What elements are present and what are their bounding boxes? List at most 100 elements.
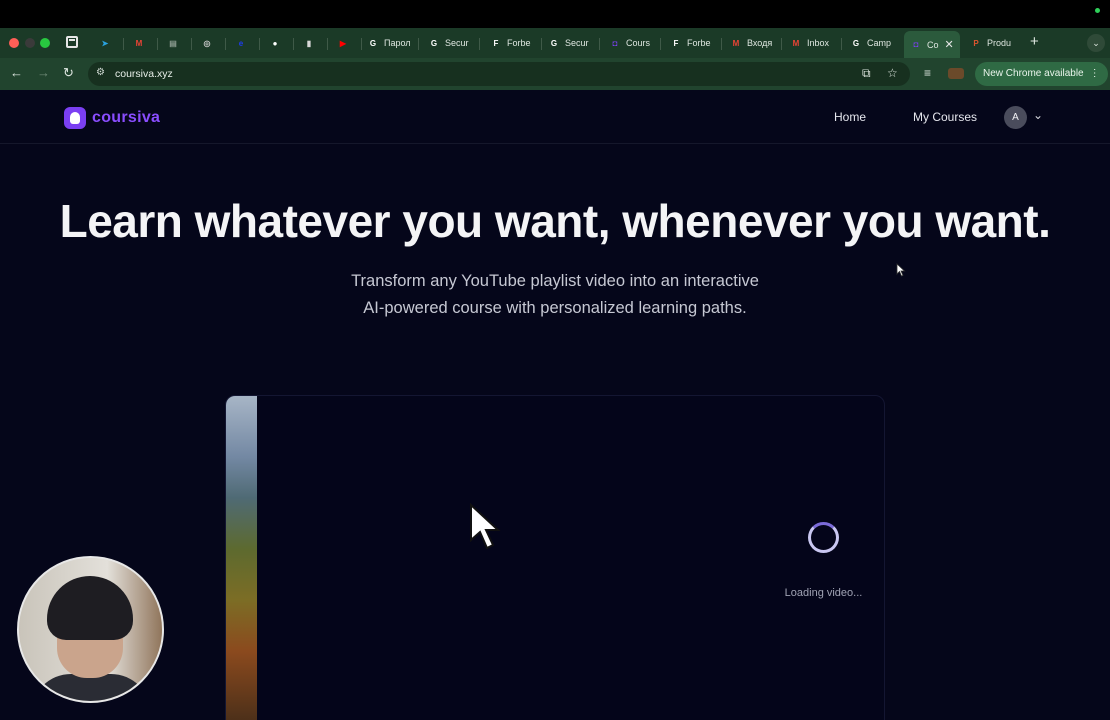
browser-tab[interactable]: G Camp — [850, 32, 891, 54]
minimize-window-button[interactable] — [25, 38, 35, 48]
large-mouse-pointer-icon — [470, 502, 501, 550]
tab-separator — [418, 38, 419, 50]
chevron-down-icon[interactable]: ⌄ — [1033, 108, 1043, 122]
google-icon: G — [369, 38, 377, 48]
macos-menu-bar — [0, 0, 1110, 28]
forward-icon[interactable]: → — [37, 66, 50, 80]
tab-label: Парол — [384, 38, 411, 48]
bookmark-star-icon[interactable]: ☆ — [887, 66, 898, 80]
tab-label: Forbe — [507, 38, 531, 48]
tab-separator — [541, 38, 542, 50]
browser-tab[interactable]: ◎ — [201, 32, 218, 54]
gmail-icon: M — [792, 38, 800, 48]
sheets-icon: ▤ — [169, 38, 177, 48]
user-avatar[interactable]: A — [1004, 106, 1027, 129]
coursiva-icon: ◘ — [913, 40, 919, 49]
browser-tab[interactable]: ▤ — [167, 32, 184, 54]
browser-tab[interactable]: ▮ — [303, 32, 320, 54]
tab-label: Produ — [987, 38, 1012, 48]
tab-label: Co — [927, 39, 939, 50]
tab-separator — [191, 38, 192, 50]
youtube-icon: ▶ — [339, 38, 347, 48]
gmail-icon: M — [732, 38, 740, 48]
tab-separator — [781, 38, 782, 50]
forbes-icon: F — [673, 38, 679, 48]
browser-tab[interactable]: M — [133, 32, 150, 54]
address-bar[interactable]: ⚙ coursiva.xyz ⧉ ☆ — [88, 62, 910, 86]
new-tab-button[interactable]: + — [1030, 33, 1039, 50]
browser-tab[interactable]: ◘ Cours — [609, 32, 650, 54]
nav-home-link[interactable]: Home — [834, 110, 866, 124]
screen: + ⌄ ➤ M ▤ ◎ e ● ▮ ▶ G Парол G Secur F Forbe G Secur ◘ Cou… — [0, 0, 1110, 720]
browser-tab[interactable]: G Secur — [548, 32, 589, 54]
site-info-icon[interactable]: ⚙ — [96, 67, 105, 78]
telegram-icon: ➤ — [101, 38, 109, 48]
tab-label: Cours — [626, 38, 651, 48]
doc-icon: ▮ — [306, 38, 312, 48]
tab-separator — [327, 38, 328, 50]
coursiva-logo[interactable]: coursiva — [64, 107, 160, 129]
tab-separator — [841, 38, 842, 50]
gmail-icon: M — [135, 38, 143, 48]
tab-separator — [293, 38, 294, 50]
tab-separator — [721, 38, 722, 50]
tab-label: Secur — [565, 38, 589, 48]
browser-tab[interactable]: e — [235, 32, 252, 54]
loading-spinner-icon — [808, 522, 839, 553]
loading-video-text: Loading video... — [784, 587, 863, 599]
reload-icon[interactable]: ↻ — [63, 66, 74, 80]
tab-label: Входя — [747, 38, 773, 48]
cast-icon[interactable]: ⧉ — [862, 66, 871, 81]
maximize-window-button[interactable] — [40, 38, 50, 48]
tab-strip: + ⌄ ➤ M ▤ ◎ e ● ▮ ▶ G Парол G Secur F Forbe G Secur ◘ Cou… — [0, 28, 1110, 58]
browser-tab[interactable]: ▶ — [337, 32, 354, 54]
browser-tab[interactable]: F Forbe — [670, 32, 711, 54]
browser-tab[interactable]: G Secur — [428, 32, 469, 54]
tab-label: Inbox — [807, 38, 830, 48]
profile-avatar[interactable] — [948, 68, 964, 79]
logo-text: coursiva — [92, 109, 161, 126]
close-tab-icon[interactable]: ✕ — [945, 38, 954, 51]
tab-search-button[interactable]: ⌄ — [1087, 34, 1105, 52]
site-header: coursiva Home My Courses A ⌄ — [0, 90, 1110, 144]
reading-list-icon[interactable]: ≡ — [924, 66, 931, 80]
webcam-overlay — [17, 556, 164, 703]
browser-tab[interactable]: M Inbox — [790, 32, 829, 54]
github-icon: ● — [272, 38, 278, 48]
e-icon: e — [238, 38, 244, 48]
forbes-icon: F — [493, 38, 499, 48]
browser-tab[interactable]: ◘ Co ✕ — [904, 31, 960, 58]
producthunt-icon: P — [973, 38, 979, 48]
video-player[interactable]: Loading video... — [225, 395, 885, 720]
browser-tab[interactable]: ● — [269, 32, 286, 54]
browser-tab[interactable]: G Парол — [367, 32, 411, 54]
coursiva-icon: ◘ — [612, 38, 618, 48]
google-icon: G — [852, 38, 860, 48]
browser-tab[interactable]: ➤ — [99, 32, 116, 54]
nav-my-courses-link[interactable]: My Courses — [913, 110, 977, 124]
tab-separator — [225, 38, 226, 50]
tab-separator — [660, 38, 661, 50]
browser-tab[interactable]: F Forbe — [490, 32, 531, 54]
tab-label: Camp — [867, 38, 892, 48]
url-text[interactable]: coursiva.xyz — [115, 68, 173, 80]
tab-label: Forbe — [687, 38, 711, 48]
back-icon[interactable]: ← — [10, 66, 23, 80]
google-icon: G — [550, 38, 558, 48]
more-menu-icon[interactable]: ⋮ — [1090, 68, 1100, 79]
close-window-button[interactable] — [9, 38, 19, 48]
recording-indicator-icon — [1095, 8, 1100, 13]
coursiva-logo-icon — [64, 107, 86, 129]
tab-separator — [479, 38, 480, 50]
browser-tab[interactable]: M Входя — [730, 32, 773, 54]
tab-separator — [259, 38, 260, 50]
tab-overview-icon[interactable] — [66, 36, 78, 48]
tab-separator — [599, 38, 600, 50]
hero-subtitle: Transform any YouTube playlist video int… — [351, 272, 759, 317]
tab-separator — [361, 38, 362, 50]
browser-tab[interactable]: P Produ — [970, 32, 1011, 54]
google-icon: G — [430, 38, 438, 48]
new-chrome-available-button[interactable]: New Chrome available ⋮ — [975, 62, 1108, 86]
tab-separator — [157, 38, 158, 50]
mouse-pointer-icon — [896, 263, 906, 277]
